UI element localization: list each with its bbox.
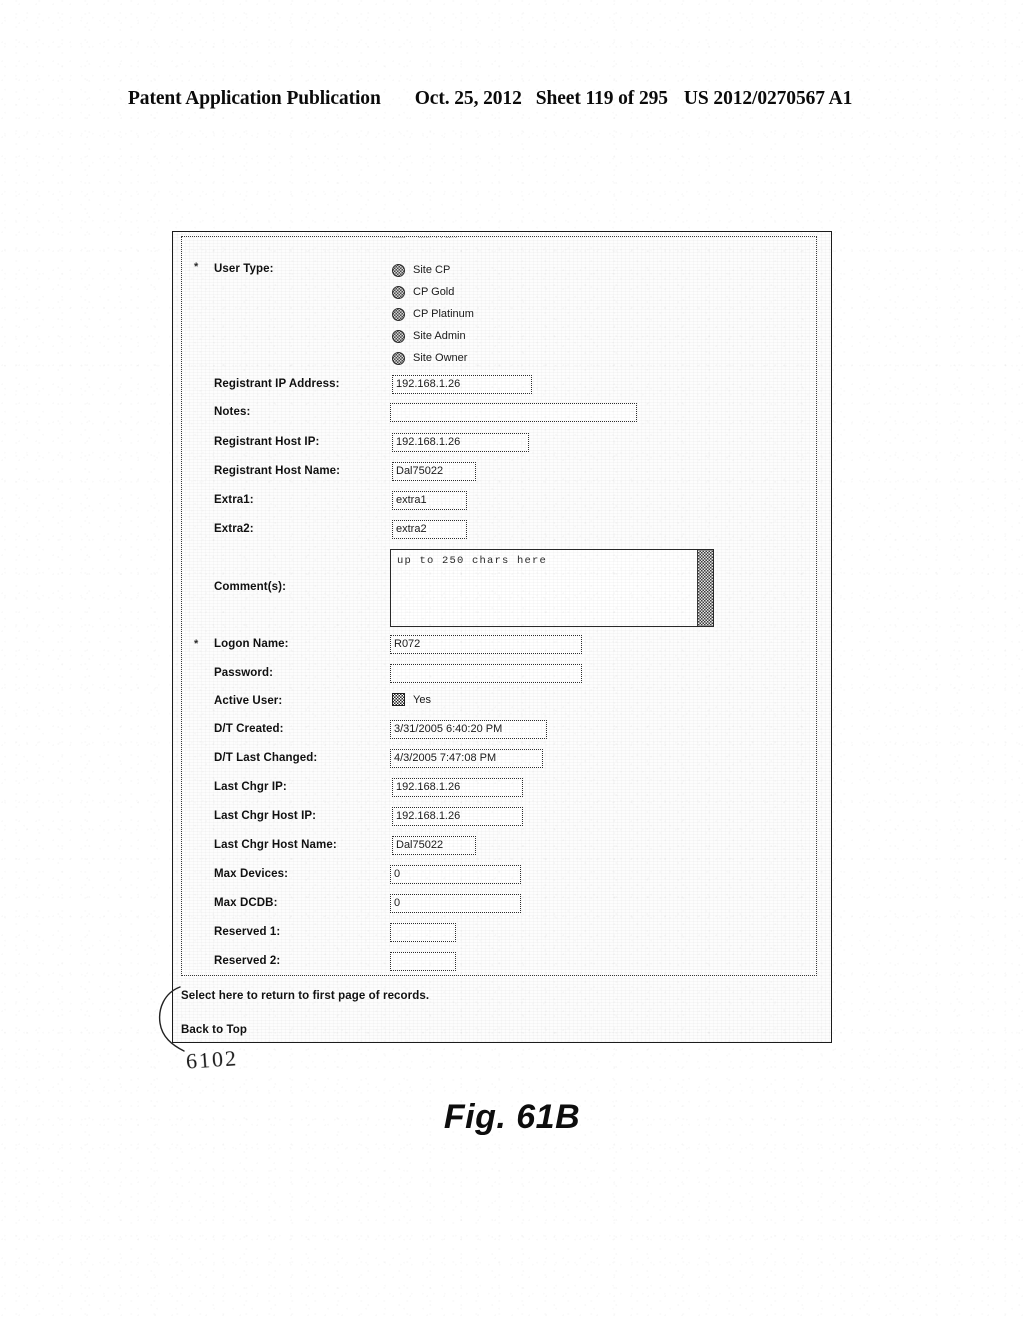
- radio-option-site-owner[interactable]: Site Owner: [392, 347, 474, 369]
- textarea-comments-value: up to 250 chars here: [397, 555, 548, 567]
- radio-label: Site Admin: [413, 330, 466, 342]
- form-row-extra1: Extra1: extra1: [182, 489, 816, 513]
- form-row-reserved-2: Reserved 2:: [182, 950, 816, 974]
- checkbox-active-user[interactable]: Yes: [392, 693, 431, 706]
- field-label-user-type: User Type:: [214, 263, 274, 275]
- form-row-dt-last-changed: D/T Last Changed: 4/3/2005 7:47:08 PM: [182, 747, 816, 771]
- checkbox-active-user-label: Yes: [413, 693, 431, 706]
- screenshot-frame: Site User * User Type: Site CP CP Gold C…: [172, 231, 832, 1043]
- field-label-max-dcdb: Max DCDB:: [214, 897, 278, 909]
- input-last-chgr-host-name[interactable]: Dal75022: [392, 836, 476, 855]
- input-extra1[interactable]: extra1: [392, 491, 467, 510]
- form-row-registrant-host-name: Registrant Host Name: Dal75022: [182, 460, 816, 484]
- field-label-extra2: Extra2:: [214, 523, 254, 535]
- form-row-last-chgr-host-ip: Last Chgr Host IP: 192.168.1.26: [182, 805, 816, 829]
- textarea-comments[interactable]: up to 250 chars here: [390, 549, 714, 627]
- input-max-dcdb[interactable]: 0: [390, 894, 521, 913]
- publication-sheet-number: Sheet 119 of 295: [535, 88, 668, 109]
- radio-option-site-cp[interactable]: Site CP: [392, 259, 474, 281]
- publication-date: Oct. 25, 2012: [414, 88, 522, 109]
- form-row-last-chgr-host-name: Last Chgr Host Name: Dal75022: [182, 834, 816, 858]
- radio-label: Site Owner: [413, 352, 468, 364]
- input-last-chgr-ip[interactable]: 192.168.1.26: [392, 778, 523, 797]
- radio-icon: [392, 285, 405, 299]
- form-row-max-devices: Max Devices: 0: [182, 863, 816, 887]
- form-row-reserved-1: Reserved 1:: [182, 921, 816, 945]
- radio-label: CP Gold: [413, 286, 455, 298]
- radio-icon: [392, 307, 405, 321]
- field-label-registrant-ip-address: Registrant IP Address:: [214, 378, 340, 390]
- form-row-comments: Comment(s): up to 250 chars here: [182, 549, 816, 629]
- form-row-registrant-ip-address: Registrant IP Address: 192.168.1.26: [182, 373, 816, 397]
- publication-header: Patent Application Publication Oct. 25, …: [128, 88, 896, 110]
- field-label-reserved-2: Reserved 2:: [214, 955, 281, 967]
- user-record-form-panel: Site User * User Type: Site CP CP Gold C…: [181, 236, 817, 976]
- field-label-max-devices: Max Devices:: [214, 868, 289, 880]
- form-row-max-dcdb: Max DCDB: 0: [182, 892, 816, 916]
- input-logon-name[interactable]: R072: [390, 635, 582, 654]
- radio-label: CP Platinum: [413, 308, 474, 320]
- textarea-scrollbar[interactable]: [697, 550, 713, 626]
- field-label-dt-last-changed: D/T Last Changed:: [214, 752, 318, 764]
- input-dt-last-changed[interactable]: 4/3/2005 7:47:08 PM: [390, 749, 543, 768]
- user-type-cutoff-option: Site User: [392, 237, 458, 238]
- form-row-registrant-host-ip: Registrant Host IP: 192.168.1.26: [182, 431, 816, 455]
- publication-title: Patent Application Publication: [128, 88, 381, 109]
- input-reserved-1[interactable]: [390, 923, 456, 942]
- field-label-active-user: Active User:: [214, 695, 283, 707]
- field-label-last-chgr-host-name: Last Chgr Host Name:: [214, 839, 337, 851]
- input-registrant-ip-address[interactable]: 192.168.1.26: [392, 375, 532, 394]
- input-reserved-2[interactable]: [390, 952, 456, 971]
- form-row-extra2: Extra2: extra2: [182, 518, 816, 542]
- reference-leader-line: [158, 986, 185, 1052]
- field-label-registrant-host-name: Registrant Host Name:: [214, 465, 341, 477]
- field-label-extra1: Extra1:: [214, 494, 254, 506]
- link-back-to-top[interactable]: Back to Top: [181, 1024, 817, 1036]
- field-label-last-chgr-host-ip: Last Chgr Host IP:: [214, 810, 317, 822]
- input-password[interactable]: [390, 664, 582, 683]
- reference-numeral: 6102: [185, 1045, 239, 1074]
- radio-option-cp-gold[interactable]: CP Gold: [392, 281, 474, 303]
- field-label-logon-name: Logon Name:: [214, 638, 289, 650]
- form-row-user-type: * User Type: Site CP CP Gold CP Platinum: [182, 259, 816, 377]
- user-type-option-label: Site User: [413, 237, 458, 238]
- form-row-password: Password:: [182, 662, 816, 686]
- required-marker: *: [194, 261, 199, 273]
- required-marker: *: [194, 638, 199, 650]
- form-row-last-chgr-ip: Last Chgr IP: 192.168.1.26: [182, 776, 816, 800]
- field-label-last-chgr-ip: Last Chgr IP:: [214, 781, 287, 793]
- figure-caption: Fig. 61B: [443, 1098, 581, 1136]
- field-label-notes: Notes:: [214, 406, 251, 418]
- field-label-reserved-1: Reserved 1:: [214, 926, 281, 938]
- field-label-comments: Comment(s):: [214, 581, 287, 593]
- footer-links: Select here to return to first page of r…: [181, 990, 817, 1036]
- field-label-registrant-host-ip: Registrant Host IP:: [214, 436, 320, 448]
- input-last-chgr-host-ip[interactable]: 192.168.1.26: [392, 807, 523, 826]
- form-row-logon-name: * Logon Name: R072: [182, 633, 816, 657]
- input-registrant-host-ip[interactable]: 192.168.1.26: [392, 433, 529, 452]
- field-label-password: Password:: [214, 667, 274, 679]
- input-registrant-host-name[interactable]: Dal75022: [392, 462, 476, 481]
- input-extra2[interactable]: extra2: [392, 520, 467, 539]
- link-return-first-page[interactable]: Select here to return to first page of r…: [181, 990, 817, 1002]
- form-row-active-user: Active User: Yes: [182, 690, 816, 714]
- form-row-notes: Notes:: [182, 401, 816, 425]
- user-type-radio-group[interactable]: Site CP CP Gold CP Platinum Site Admin S…: [392, 259, 474, 369]
- radio-icon: [392, 351, 405, 365]
- radio-icon: [392, 237, 405, 238]
- checkbox-checked-icon: [392, 693, 405, 706]
- publication-document-number: US 2012/0270567 A1: [683, 88, 853, 109]
- radio-icon: [392, 329, 405, 343]
- radio-label: Site CP: [413, 264, 451, 276]
- radio-icon: [392, 263, 405, 277]
- form-row-dt-created: D/T Created: 3/31/2005 6:40:20 PM: [182, 718, 816, 742]
- radio-option-site-admin[interactable]: Site Admin: [392, 325, 474, 347]
- field-label-dt-created: D/T Created:: [214, 723, 284, 735]
- input-notes[interactable]: [390, 403, 637, 422]
- radio-option-cp-platinum[interactable]: CP Platinum: [392, 303, 474, 325]
- input-max-devices[interactable]: 0: [390, 865, 521, 884]
- input-dt-created[interactable]: 3/31/2005 6:40:20 PM: [390, 720, 547, 739]
